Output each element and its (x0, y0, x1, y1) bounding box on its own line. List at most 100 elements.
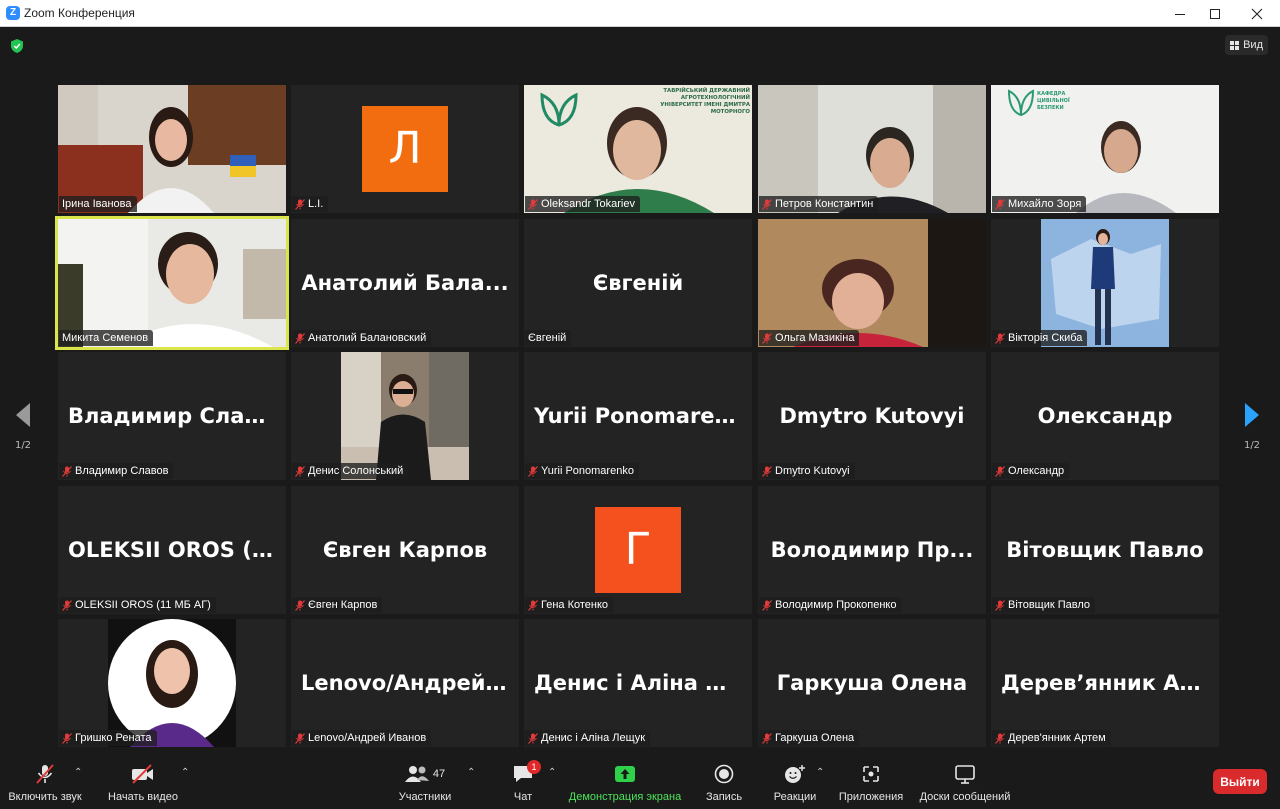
view-label: Вид (1243, 39, 1263, 51)
whiteboards-label: Доски сообщений (919, 791, 1011, 803)
participant-display-name: Владимир Слав... (68, 404, 282, 428)
video-options-chevron-icon[interactable]: ⌃ (181, 767, 189, 778)
participant-name-label: Володимир Прокопенко (759, 597, 902, 613)
audio-options-chevron-icon[interactable]: ⌃ (74, 767, 82, 778)
participant-tile[interactable]: Вітовщик Павло Вітовщик Павло (991, 486, 1219, 614)
participant-display-name: Дерев’янник Ар... (1001, 671, 1219, 695)
participants-icon (404, 766, 429, 782)
mic-muted-icon (295, 198, 305, 210)
participant-tile[interactable]: Євгеній Євгеній (524, 219, 752, 347)
record-icon (714, 764, 734, 784)
minimize-button[interactable] (1160, 0, 1200, 27)
apps-button[interactable]: Приложения (838, 757, 904, 809)
mic-muted-icon (995, 465, 1005, 477)
participants-options-chevron-icon[interactable]: ⌃ (467, 767, 475, 778)
mic-muted-icon (295, 465, 305, 477)
participant-name-label: Гена Котенко (525, 597, 614, 613)
mic-muted-icon (62, 599, 72, 611)
reactions-options-chevron-icon[interactable]: ⌃ (816, 767, 824, 778)
mic-muted-icon (528, 599, 538, 611)
chat-options-chevron-icon[interactable]: ⌃ (548, 767, 556, 778)
participant-name-label: Михайло Зоря (992, 196, 1087, 212)
participant-tile[interactable]: Ірина Іванова (58, 85, 286, 213)
participant-tile[interactable]: OLEKSII OROS (1... OLEKSII OROS (11 МБ А… (58, 486, 286, 614)
view-button[interactable]: Вид (1225, 35, 1268, 55)
participant-name-label: Анатолий Балановский (292, 330, 432, 346)
participant-tile[interactable]: Lenovo/Андрей... Lenovo/Андрей Иванов (291, 619, 519, 747)
leave-meeting-button[interactable]: Выйти (1213, 769, 1267, 794)
mic-muted-icon (295, 732, 305, 744)
record-label: Запись (705, 791, 743, 803)
zoom-logo-icon: Z (6, 6, 20, 20)
chevron-left-icon (16, 403, 30, 427)
unmute-button[interactable]: Включить звук (8, 757, 82, 809)
participant-tile[interactable]: Владимир Слав... Владимир Славов (58, 352, 286, 480)
participant-display-name: Гаркуша Олена (776, 671, 968, 695)
chat-button[interactable]: 1 Чат (508, 757, 541, 809)
participant-tile[interactable]: Олександр Олександр (991, 352, 1219, 480)
participant-name-label: OLEKSII OROS (11 МБ АГ) (59, 597, 216, 613)
participant-name-label: Lenovo/Андрей Иванов (292, 730, 432, 746)
participant-tile[interactable]: Г Гена Котенко (524, 486, 752, 614)
participant-tile[interactable]: Л L.I. (291, 85, 519, 213)
participant-tile[interactable]: Анатолий Бала... Анатолий Балановский (291, 219, 519, 347)
mic-muted-icon (528, 465, 538, 477)
participant-name-label: Дерев'янник Артем (992, 730, 1111, 746)
participant-tile[interactable]: Dmytro Kutovyi Dmytro Kutovyi (758, 352, 986, 480)
participant-tile[interactable]: Євген Карпов Євген Карпов (291, 486, 519, 614)
maximize-icon (1210, 8, 1220, 19)
reactions-button[interactable]: Реакции (770, 757, 820, 809)
participant-display-name: OLEKSII OROS (1... (68, 538, 286, 562)
smile-icon (785, 765, 805, 783)
mic-muted-icon (995, 332, 1005, 344)
close-button[interactable] (1237, 0, 1277, 27)
participant-video (58, 219, 286, 347)
participant-video (341, 352, 469, 480)
participant-name-label: L.I. (292, 196, 329, 212)
participants-label: Участники (398, 791, 452, 803)
participant-tile[interactable]: Вікторія Скиба (991, 219, 1219, 347)
participant-tile[interactable]: Гаркуша Олена Гаркуша Олена (758, 619, 986, 747)
whiteboards-button[interactable]: Доски сообщений (918, 757, 1012, 809)
share-screen-button[interactable]: Демонстрация экрана (566, 757, 684, 809)
participant-name-label: Гришко Рената (59, 730, 157, 746)
start-video-button[interactable]: Начать видео (108, 757, 178, 809)
participants-count: 47 (432, 768, 446, 780)
participant-name-label: Олександр (992, 463, 1070, 479)
participant-name-label: Вітовщик Павло (992, 597, 1095, 613)
participant-name-label: Dmytro Kutovyi (759, 463, 855, 479)
maximize-button[interactable] (1195, 0, 1235, 27)
participant-name-label: Гаркуша Олена (759, 730, 860, 746)
participant-tile[interactable]: КАФЕДРА ЦИВІЛЬНОЇ БЕЗПЕКИ Михайло Зоря (991, 85, 1219, 213)
meeting-stage: Вид Ірина Іванова Л L.I. ТАВРІЙСЬКИЙ ДЕР… (0, 27, 1280, 757)
participant-display-name: Володимир Пр... (770, 538, 974, 562)
participant-display-name: Вітовщик Павло (1006, 538, 1204, 562)
participants-button[interactable]: 47 Участники (398, 757, 452, 809)
window-titlebar: Z Zoom Конференция (0, 0, 1280, 27)
participant-tile-active-speaker[interactable]: Микита Семенов (55, 216, 289, 350)
next-page-button[interactable]: 1/2 (1243, 402, 1261, 451)
record-button[interactable]: Запись (702, 757, 746, 809)
participant-name-label: Микита Семенов (59, 330, 154, 346)
page-indicator-left: 1/2 (14, 440, 32, 451)
encryption-shield-icon[interactable] (11, 38, 23, 57)
participant-tile[interactable]: Денис Солонський (291, 352, 519, 480)
participant-video (108, 619, 236, 747)
participant-tile[interactable]: Петров Константин (758, 85, 986, 213)
prev-page-button[interactable]: 1/2 (14, 402, 32, 451)
participant-display-name: Денис і Аліна Л... (534, 671, 747, 695)
chat-unread-badge: 1 (527, 760, 541, 774)
participant-video (758, 219, 986, 347)
participant-tile[interactable]: Володимир Пр... Володимир Прокопенко (758, 486, 986, 614)
mic-muted-icon (528, 198, 538, 210)
mic-off-icon (36, 764, 54, 784)
participant-tile[interactable]: ТАВРІЙСЬКИЙ ДЕРЖАВНИЙ АГРОТЕХНОЛОГІЧНИЙ … (524, 85, 752, 213)
share-screen-icon (615, 766, 635, 782)
participant-tile[interactable]: Гришко Рената (58, 619, 286, 747)
mic-muted-icon (295, 332, 305, 344)
participant-tile[interactable]: Денис і Аліна Л... Денис і Аліна Лещук (524, 619, 752, 747)
minimize-icon (1175, 13, 1185, 15)
participant-tile[interactable]: Yurii Ponomaren... Yurii Ponomarenko (524, 352, 752, 480)
participant-tile[interactable]: Ольга Мазикіна (758, 219, 986, 347)
participant-tile[interactable]: Дерев’янник Ар... Дерев'янник Артем (991, 619, 1219, 747)
